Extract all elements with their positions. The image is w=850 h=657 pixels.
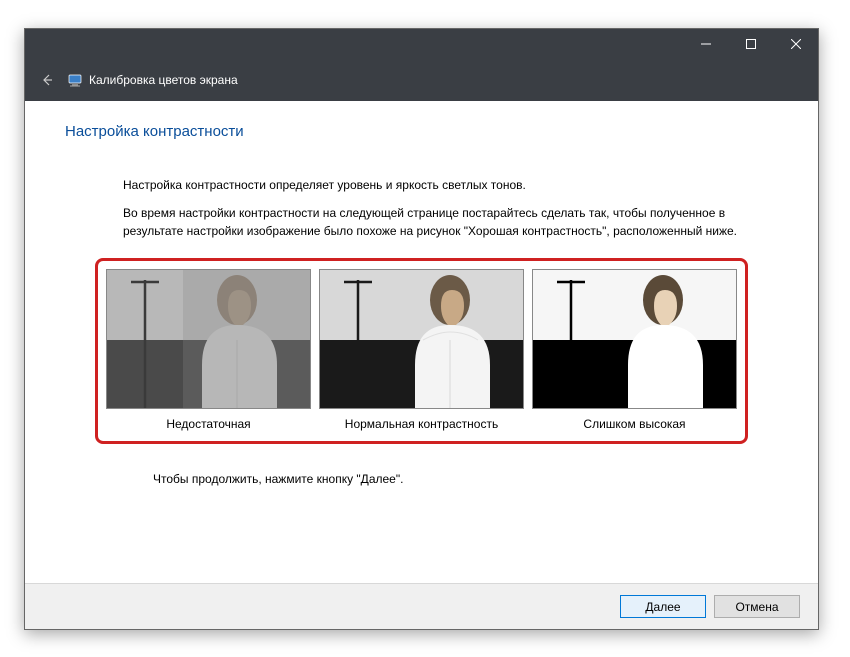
- samples-highlight: Недостаточная: [95, 258, 748, 444]
- continue-hint: Чтобы продолжить, нажмите кнопку "Далее"…: [153, 472, 778, 486]
- back-button[interactable]: [35, 68, 59, 92]
- page-title: Настройка контрастности: [65, 123, 778, 140]
- sample-normal-image: [319, 269, 524, 409]
- footer: Далее Отмена: [25, 583, 818, 629]
- description-line-1: Настройка контрастности определяет урове…: [123, 178, 778, 192]
- sample-high-image: [532, 269, 737, 409]
- sample-low: Недостаточная: [106, 269, 311, 431]
- content-area: Настройка контрастности Настройка контра…: [25, 101, 818, 583]
- next-button[interactable]: Далее: [620, 595, 706, 618]
- sample-low-image: [106, 269, 311, 409]
- maximize-button[interactable]: [728, 29, 773, 59]
- sample-high: Слишком высокая: [532, 269, 737, 431]
- cancel-button[interactable]: Отмена: [714, 595, 800, 618]
- titlebar: [25, 29, 818, 59]
- minimize-button[interactable]: [683, 29, 728, 59]
- header-bar: Калибровка цветов экрана: [25, 59, 818, 101]
- close-button[interactable]: [773, 29, 818, 59]
- app-icon: [67, 72, 83, 88]
- app-title: Калибровка цветов экрана: [89, 73, 238, 87]
- calibration-window: Калибровка цветов экрана Настройка контр…: [24, 28, 819, 630]
- sample-normal-caption: Нормальная контрастность: [345, 417, 498, 431]
- samples-row: Недостаточная: [106, 269, 737, 431]
- sample-normal: Нормальная контрастность: [319, 269, 524, 431]
- sample-high-caption: Слишком высокая: [583, 417, 685, 431]
- sample-low-caption: Недостаточная: [166, 417, 250, 431]
- description-line-2: Во время настройки контрастности на след…: [123, 204, 738, 240]
